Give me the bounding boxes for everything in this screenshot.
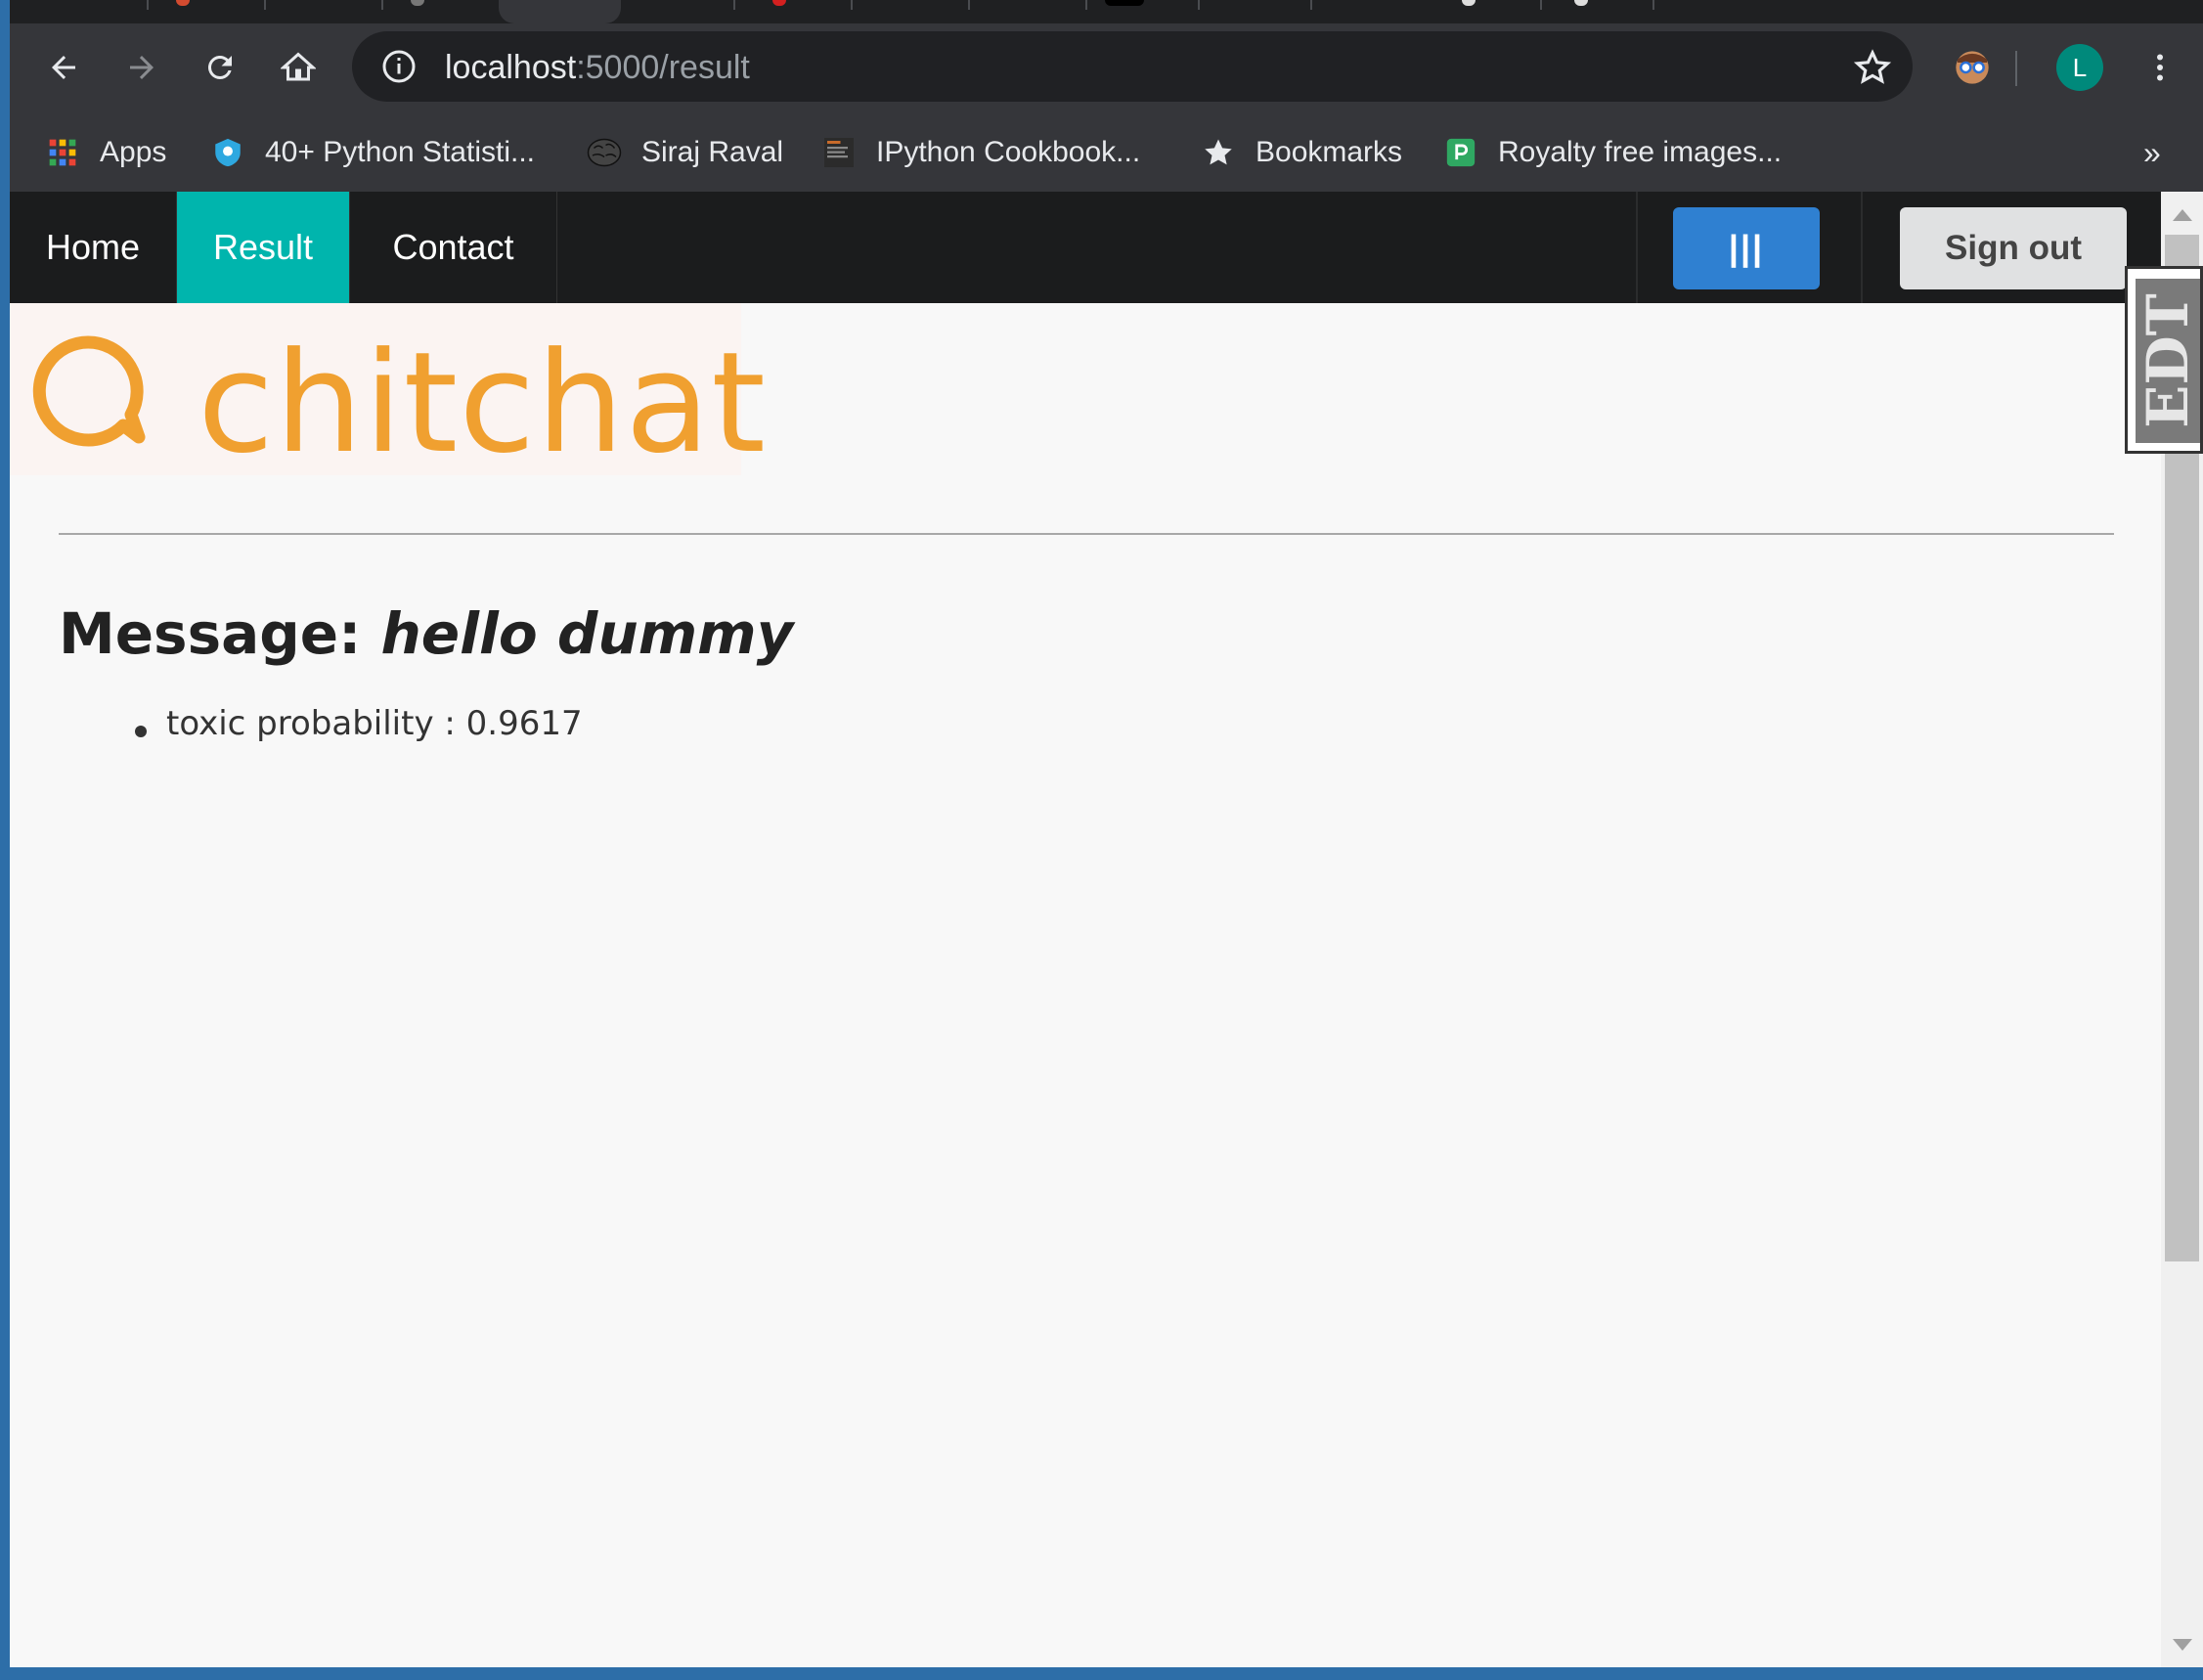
tab-favicon[interactable] — [1462, 0, 1476, 6]
scroll-down-arrow-icon[interactable] — [2173, 1639, 2192, 1651]
logo: chitchat — [10, 303, 766, 484]
sign-out-label: Sign out — [1945, 229, 2082, 267]
bookmark-label: Apps — [100, 136, 167, 168]
menu-bars-icon: ||| — [1728, 228, 1765, 268]
nav-label: Home — [45, 227, 141, 267]
info-icon — [382, 50, 416, 83]
reload-icon — [207, 55, 232, 79]
tab-favicon[interactable] — [772, 0, 786, 6]
address-bar[interactable]: localhost:5000/result — [352, 31, 1913, 102]
avatar: L — [2056, 44, 2103, 91]
extension-button[interactable] — [1946, 41, 1999, 94]
tab-separator — [733, 0, 735, 10]
home-icon — [281, 52, 316, 81]
bookmarks-overflow-button[interactable]: » — [2143, 127, 2161, 178]
tab-separator — [1085, 0, 1087, 10]
tab-favicon[interactable] — [411, 0, 424, 6]
window-frame — [0, 1667, 2203, 1680]
shield-icon — [210, 135, 245, 170]
nav-item-contact[interactable]: Contact — [350, 192, 557, 303]
book-thumbnail-icon — [821, 135, 857, 170]
browser-toolbar: localhost:5000/result L — [10, 23, 2203, 113]
bookmark-label: 40+ Python Statisti... — [265, 136, 535, 168]
back-arrow-icon — [52, 56, 75, 79]
tab-separator — [147, 0, 149, 10]
back-button[interactable] — [37, 41, 90, 94]
browser-window: localhost:5000/result L Apps 40+ Python … — [10, 0, 2203, 1667]
pixabay-icon — [1443, 135, 1478, 170]
tab-strip — [10, 0, 2203, 23]
reload-button[interactable] — [194, 41, 246, 94]
bookmark-label: IPython Cookbook... — [876, 136, 1141, 168]
nav-separator — [1636, 192, 1638, 303]
bookmark-python-statistics[interactable]: 40+ Python Statisti... — [210, 127, 535, 178]
edt-label-box: EDT — [2135, 279, 2202, 443]
tab-separator — [968, 0, 970, 10]
nav-separator — [1861, 192, 1863, 303]
tab-separator — [1310, 0, 1312, 10]
scroll-up-arrow-icon[interactable] — [2173, 209, 2192, 221]
bookmark-label: Royalty free images... — [1498, 136, 1783, 168]
list-item: toxic probability : 0.9617 — [127, 704, 583, 743]
profile-button[interactable]: L — [2053, 41, 2106, 94]
tab-separator — [381, 0, 383, 10]
message-label: Message: — [59, 600, 362, 667]
bookmark-bookmarks-folder[interactable]: Bookmarks — [1201, 127, 1402, 178]
edt-widget[interactable]: EDT — [2125, 266, 2203, 454]
menu-button[interactable]: ||| — [1673, 207, 1820, 289]
result-list: toxic probability : 0.9617 — [127, 704, 583, 743]
nav-label: Contact — [392, 227, 514, 267]
chat-bubble-icon — [32, 335, 146, 447]
logo-text: chitchat — [198, 323, 767, 484]
brain-icon — [587, 135, 622, 170]
browser-menu-button[interactable] — [2134, 41, 2186, 94]
kebab-menu-icon — [2157, 54, 2163, 81]
star-icon — [1201, 135, 1236, 170]
bookmark-label: Bookmarks — [1256, 136, 1403, 168]
toolbar-separator — [2015, 51, 2017, 86]
home-button[interactable] — [272, 41, 325, 94]
tab-separator — [264, 0, 266, 10]
bookmark-royalty-free-images[interactable]: Royalty free images... — [1443, 127, 1782, 178]
site-navbar: Home Result Contact ||| Sign out — [10, 192, 2161, 303]
message-text: hello dummy — [380, 600, 794, 667]
bookmarks-bar: Apps 40+ Python Statisti... Siraj Raval … — [10, 113, 2203, 192]
bookmark-star-icon[interactable] — [1854, 49, 1891, 86]
tab-favicon[interactable] — [176, 0, 190, 6]
nav-item-result[interactable]: Result — [177, 192, 350, 303]
edt-text: EDT — [2135, 293, 2202, 428]
url-host: localhost — [445, 49, 577, 86]
overflow-chevron-icon: » — [2143, 134, 2161, 170]
bookmark-siraj-raval[interactable]: Siraj Raval — [587, 127, 783, 178]
tab-favicon[interactable] — [1574, 0, 1588, 6]
active-tab[interactable] — [499, 0, 621, 23]
bookmark-label: Siraj Raval — [641, 136, 784, 168]
glasses-face-icon — [1956, 51, 1989, 84]
tab-separator — [1198, 0, 1200, 10]
sign-out-button[interactable]: Sign out — [1900, 207, 2127, 289]
forward-arrow-icon — [130, 56, 154, 79]
nav-item-home[interactable]: Home — [10, 192, 177, 303]
forward-button[interactable] — [115, 41, 168, 94]
divider — [59, 533, 2114, 535]
bookmark-ipython-cookbook[interactable]: IPython Cookbook... — [821, 127, 1140, 178]
tab-separator — [851, 0, 853, 10]
tab-separator — [1652, 0, 1654, 10]
url-text[interactable]: localhost:5000/result — [445, 49, 750, 87]
bookmark-apps[interactable]: Apps — [45, 127, 166, 178]
tab-separator — [1540, 0, 1542, 10]
nav-label: Result — [212, 227, 314, 267]
message-heading: Message: hello dummy — [59, 600, 793, 667]
url-path: :5000/result — [576, 49, 750, 86]
tab-favicon[interactable] — [1105, 0, 1144, 6]
apps-grid-icon — [45, 135, 80, 170]
